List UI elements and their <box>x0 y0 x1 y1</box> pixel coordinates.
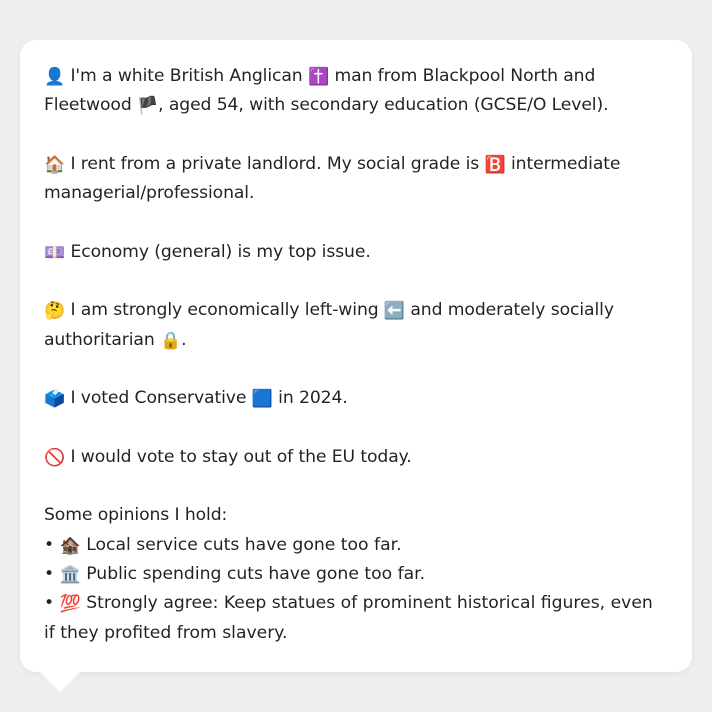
opinion-text: Strongly agree: Keep statues of prominen… <box>44 593 653 643</box>
eu-text: I would vote to stay out of the EU today… <box>70 446 412 467</box>
opinion-item: • 💯 Strongly agree: Keep statues of prom… <box>44 589 668 648</box>
person-icon: 👤 <box>44 67 66 87</box>
ideology-text-a: I am strongly economically left-wing <box>70 300 379 321</box>
ideology-text-c: . <box>181 329 187 350</box>
lock-icon: 🔒 <box>160 330 182 351</box>
vote-text-a: I voted Conservative <box>70 388 247 409</box>
prohibited-icon: 🚫 <box>44 447 66 468</box>
left-arrow-icon: ⬅️ <box>383 301 405 322</box>
ballot-box-icon: 🗳️ <box>44 389 66 410</box>
house-icon: 🏠 <box>44 154 66 175</box>
vote-paragraph: 🗳️ I voted Conservative 🟦 in 2024. <box>44 384 668 413</box>
identity-paragraph: 👤 I'm a white British Anglican ✝️ man fr… <box>44 62 668 121</box>
b-button-icon: 🅱️ <box>484 154 506 175</box>
bullet-dot: • <box>44 593 55 614</box>
ideology-paragraph: 🤔 I am strongly economically left-wing ⬅… <box>44 296 668 355</box>
blue-square-icon: 🟦 <box>251 389 273 410</box>
persona-message-card: 👤 I'm a white British Anglican ✝️ man fr… <box>20 40 692 672</box>
eu-paragraph: 🚫 I would vote to stay out of the EU tod… <box>44 443 668 472</box>
classical-building-icon: 🏛️ <box>59 565 81 586</box>
issue-text: Economy (general) is my top issue. <box>70 241 371 262</box>
opinion-text: Public spending cuts have gone too far. <box>86 564 426 585</box>
thinking-face-icon: 🤔 <box>44 301 66 322</box>
issue-paragraph: 💷 Economy (general) is my top issue. <box>44 238 668 267</box>
housing-text-a: I rent from a private landlord. My socia… <box>70 153 480 174</box>
opinion-text: Local service cuts have gone too far. <box>86 534 402 555</box>
bullet-dot: • <box>44 534 55 555</box>
cross-icon: ✝️ <box>307 67 330 87</box>
opinion-item: • 🏛️ Public spending cuts have gone too … <box>44 560 668 589</box>
housing-paragraph: 🏠 I rent from a private landlord. My soc… <box>44 150 668 209</box>
pound-banknote-icon: 💷 <box>44 242 66 263</box>
opinion-item: • 🏚️ Local service cuts have gone too fa… <box>44 531 668 560</box>
bullet-dot: • <box>44 564 55 585</box>
england-flag-icon: 🏴 <box>137 96 159 117</box>
derelict-house-icon: 🏚️ <box>59 535 81 556</box>
opinions-heading: Some opinions I hold: <box>44 505 228 526</box>
speech-bubble-tail <box>40 672 80 692</box>
identity-text-a: I'm a white British Anglican <box>70 66 303 86</box>
identity-text-c: , aged 54, with secondary education (GCS… <box>158 95 609 116</box>
hundred-points-icon: 💯 <box>59 594 81 615</box>
vote-text-b: in 2024. <box>278 388 348 409</box>
